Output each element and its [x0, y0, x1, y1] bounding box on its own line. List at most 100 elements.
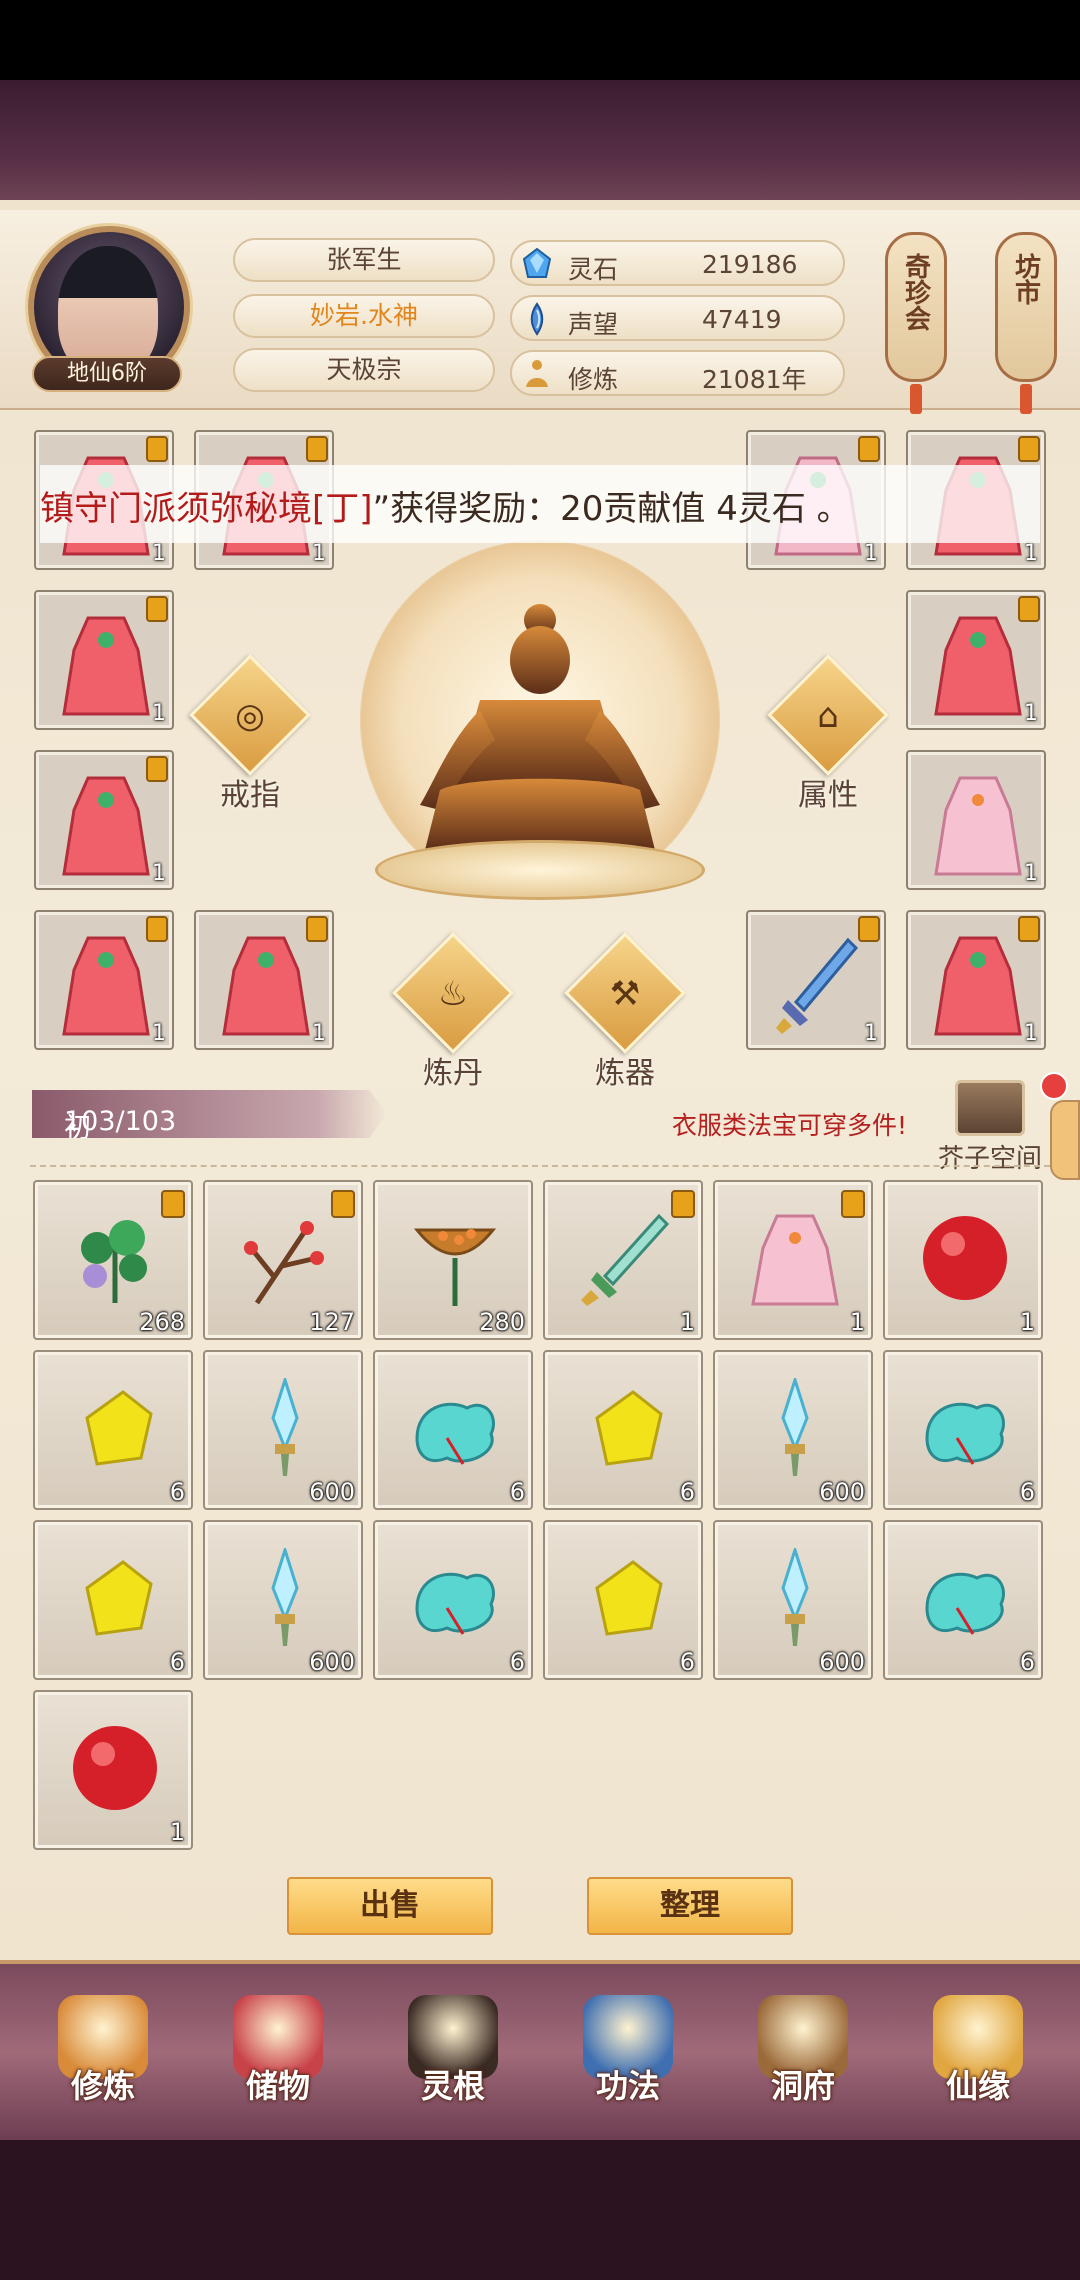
- bag-slot[interactable]: 600: [203, 1350, 363, 1510]
- storage-title: 初级储物手镯 103/103: [48, 1098, 176, 1138]
- anvil-icon: ⚒: [609, 974, 641, 1014]
- robe-icon: [747, 1208, 843, 1308]
- player-title[interactable]: 妙岩.水神: [233, 294, 495, 338]
- player-name: 张军生: [233, 238, 495, 282]
- player-sect: 天极宗: [233, 348, 495, 392]
- bag-slot[interactable]: 6: [33, 1350, 193, 1510]
- bag-slot[interactable]: 6: [373, 1520, 533, 1680]
- nav-label: 功法: [595, 2067, 660, 2105]
- item-count: 600: [309, 1478, 355, 1506]
- sell-button[interactable]: 出售: [287, 1877, 493, 1935]
- bag-slot[interactable]: 127: [203, 1180, 363, 1340]
- item-count: 6: [509, 1478, 525, 1506]
- tassel-decor: [1020, 384, 1032, 414]
- item-count: 268: [139, 1308, 185, 1336]
- equip-slot[interactable]: 1: [746, 910, 886, 1050]
- notification-dot: [1040, 1072, 1068, 1100]
- slot-count: 1: [152, 1021, 166, 1046]
- bag-slot[interactable]: 6: [543, 1350, 703, 1510]
- storage-tab[interactable]: 初级储物手镯 103/103: [32, 1090, 387, 1138]
- bag-slot[interactable]: 600: [203, 1520, 363, 1680]
- meditating-figure-icon: [420, 604, 660, 850]
- resource-reputation: 声望 47419: [510, 295, 845, 341]
- cauldron-icon: ♨: [437, 974, 469, 1014]
- bag-slot[interactable]: 1: [713, 1180, 873, 1340]
- lock-icon: [146, 916, 168, 942]
- bag-slot[interactable]: 1: [543, 1180, 703, 1340]
- nav-label: 修炼: [70, 2067, 135, 2105]
- bag-slot[interactable]: 600: [713, 1350, 873, 1510]
- lock-icon: [146, 436, 168, 462]
- equip-slot[interactable]: 1: [34, 590, 174, 730]
- item-count: 1: [849, 1308, 865, 1336]
- action-label: 属性: [798, 778, 858, 813]
- lantern-market[interactable]: 坊市: [995, 232, 1057, 382]
- nav-item[interactable]: 灵根: [378, 1995, 528, 2115]
- jade-cloud-icon: [407, 1548, 503, 1648]
- nav-item[interactable]: 储物: [203, 1995, 353, 2115]
- equip-slot[interactable]: 1: [34, 910, 174, 1050]
- item-count: 1: [1019, 1308, 1035, 1336]
- slot-count: 1: [152, 541, 166, 566]
- bag-slot[interactable]: 6: [543, 1520, 703, 1680]
- nav-item[interactable]: 功法: [553, 1995, 703, 2115]
- nav-item[interactable]: 洞府: [728, 1995, 878, 2115]
- robe-icon: [934, 616, 1022, 716]
- tassel-decor: [910, 384, 922, 414]
- item-count: 1: [169, 1818, 185, 1846]
- bag-slot[interactable]: 6: [883, 1350, 1043, 1510]
- reward-notice: 镇守门派须弥秘境[丁]”获得奖励：20贡献值 4灵石 。: [40, 465, 1040, 543]
- lantern-treasure-auction[interactable]: 奇珍会: [885, 232, 947, 382]
- bag-slot[interactable]: 1: [33, 1690, 193, 1850]
- action-label: 戒指: [220, 778, 280, 813]
- equip-slot[interactable]: 1: [906, 590, 1046, 730]
- bag-slot[interactable]: 6: [33, 1520, 193, 1680]
- notice-text: 镇守门派须弥秘境[丁]”获得奖励：20贡献值 4灵石 。: [40, 481, 851, 530]
- nav-item[interactable]: 修炼: [28, 1995, 178, 2115]
- side-expand-arrow[interactable]: [1050, 1100, 1080, 1180]
- equip-slot[interactable]: 1: [906, 910, 1046, 1050]
- jade-cloud-icon: [917, 1548, 1013, 1648]
- bag-slot[interactable]: 6: [883, 1520, 1043, 1680]
- bag-slot[interactable]: 600: [713, 1520, 873, 1680]
- resource-value: 47419: [702, 305, 782, 334]
- lock-icon: [146, 596, 168, 622]
- gold-ore-icon: [577, 1378, 673, 1478]
- lock-icon: [671, 1190, 695, 1218]
- lock-icon: [858, 916, 880, 942]
- attributes-button[interactable]: ⌂ 属性: [767, 654, 889, 814]
- equip-slot[interactable]: 1: [906, 750, 1046, 890]
- resource-value: 21081年: [702, 365, 807, 394]
- crystal-blade-icon: [237, 1375, 333, 1478]
- equip-slot[interactable]: 1: [34, 750, 174, 890]
- slot-count: 1: [1024, 541, 1038, 566]
- item-count: 600: [309, 1648, 355, 1676]
- bag-slot[interactable]: 268: [33, 1180, 193, 1340]
- robe-icon: [62, 776, 150, 876]
- item-count: 127: [309, 1308, 355, 1336]
- bag-slot[interactable]: 280: [373, 1180, 533, 1340]
- resource-label: 灵石: [568, 255, 619, 284]
- lantern-label: 坊市: [1010, 253, 1041, 305]
- storage-tip: 衣服类法宝可穿多件!: [672, 1111, 908, 1140]
- ring-button[interactable]: ◎ 戒指: [189, 654, 311, 814]
- item-count: 6: [1019, 1648, 1035, 1676]
- lotus-platform: [375, 840, 705, 900]
- slot-count: 1: [152, 861, 166, 886]
- alchemy-button[interactable]: ♨ 炼丹: [392, 932, 514, 1092]
- slot-count: 1: [1024, 861, 1038, 886]
- nav-item[interactable]: 仙缘: [903, 1995, 1053, 2115]
- status-bar-area: [0, 0, 1080, 80]
- chest-icon: [955, 1080, 1025, 1136]
- resource-label: 声望: [568, 310, 619, 339]
- item-count: 600: [819, 1478, 865, 1506]
- sort-button[interactable]: 整理: [587, 1877, 793, 1935]
- forge-button[interactable]: ⚒ 炼器: [564, 932, 686, 1092]
- bag-slot[interactable]: 6: [373, 1350, 533, 1510]
- resource-spirit-stone: 灵石 219186: [510, 240, 845, 286]
- equip-slot[interactable]: 1: [194, 910, 334, 1050]
- reputation-icon: [530, 302, 544, 336]
- bag-slot[interactable]: 1: [883, 1180, 1043, 1340]
- lotus-pod-icon: [407, 1208, 503, 1308]
- mustard-space-button[interactable]: 芥子空间: [930, 1080, 1050, 1174]
